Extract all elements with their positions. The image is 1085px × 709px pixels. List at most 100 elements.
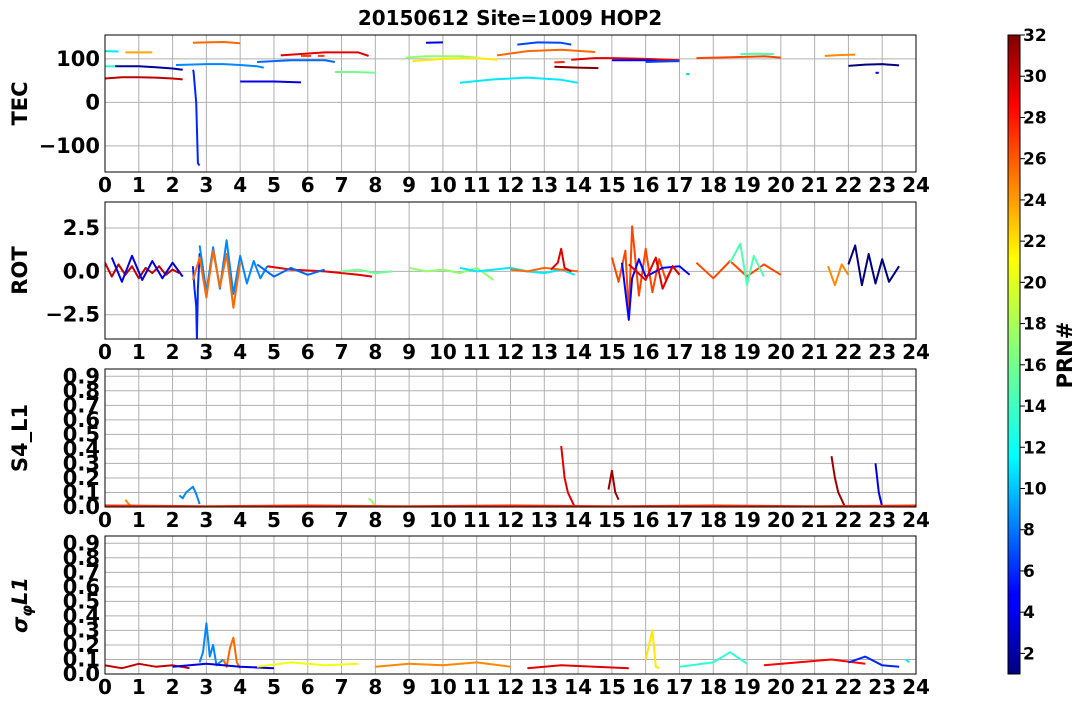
x-tick-label: 12 — [497, 173, 525, 197]
x-tick-label: 23 — [868, 340, 896, 364]
x-tick-label: 10 — [429, 340, 457, 364]
x-tick-label: 16 — [632, 340, 660, 364]
x-tick-label: 2 — [166, 340, 180, 364]
x-tick-label: 11 — [463, 508, 491, 532]
x-tick-label: 24 — [902, 173, 930, 197]
y-axis-label: S4_L1 — [8, 404, 32, 472]
x-tick-label: 15 — [598, 340, 626, 364]
colorbar-tick-label: 26 — [1023, 150, 1047, 170]
x-tick-label: 21 — [801, 340, 829, 364]
series-line-prn-16 — [334, 71, 376, 74]
colorbar-tick-label: 28 — [1023, 108, 1047, 128]
x-tick-label: 4 — [233, 508, 247, 532]
x-tick-label: 13 — [530, 675, 558, 699]
x-tick-label: 6 — [301, 675, 315, 699]
series-line-prn-27 — [105, 504, 916, 507]
x-tick-label: 5 — [267, 173, 281, 197]
series-line-prn-25 — [192, 41, 241, 45]
colorbar-tick-label: 30 — [1023, 67, 1047, 87]
y-tick-label: 0.9 — [63, 531, 100, 555]
x-tick-label: 8 — [368, 508, 382, 532]
x-tick-label: 20 — [767, 173, 795, 197]
x-tick-label: 5 — [267, 340, 281, 364]
figure-canvas: 20150612 Site=1009 HOP2 0 1 2 3 4 5 6 7 8 9 10 11 12… — [8, 6, 1077, 699]
x-tick-label: 9 — [402, 173, 416, 197]
x-tick-label: 18 — [699, 173, 727, 197]
x-tick-label: 1 — [132, 173, 146, 197]
x-tick-label: 5 — [267, 675, 281, 699]
panel-3: 0 1 2 3 4 5 6 7 8 9 10 11 12 13 14 15 16 17 18 19 20 21 22 23 24… — [8, 364, 930, 532]
y-axis-label: ROT — [8, 246, 32, 295]
x-tick-label: 17 — [666, 340, 694, 364]
y-tick-label: −100 — [39, 134, 100, 158]
series-line-prn-7 — [645, 60, 680, 63]
panel-2: 0 1 2 3 4 5 6 7 8 9 10 11 12 13 14 15 16 17 18 19 20 21 22 23 24… — [8, 201, 930, 364]
x-tick-label: 1 — [132, 340, 146, 364]
x-tick-label: 7 — [335, 508, 349, 532]
x-tick-label: 20 — [767, 675, 795, 699]
x-tick-label: 15 — [598, 508, 626, 532]
x-tick-label: 13 — [530, 173, 558, 197]
x-tick-label: 17 — [666, 508, 694, 532]
panel-4: 0 1 2 3 4 5 6 7 8 9 10 11 12 13 14 15 16 17 18 19 20 21 22 23 24… — [8, 531, 930, 699]
colorbar-tick-label: 4 — [1023, 603, 1035, 623]
x-tick-label: 13 — [530, 340, 558, 364]
x-tick-label: 1 — [132, 508, 146, 532]
x-tick-label: 14 — [564, 675, 592, 699]
x-tick-label: 14 — [564, 508, 592, 532]
x-tick-label: 16 — [632, 508, 660, 532]
x-tick-label: 4 — [233, 675, 247, 699]
y-tick-label: 0.9 — [63, 364, 100, 388]
x-tick-label: 24 — [902, 340, 930, 364]
x-tick-label: 22 — [834, 340, 862, 364]
x-tick-label: 15 — [598, 675, 626, 699]
x-tick-label: 0 — [98, 508, 112, 532]
x-tick-label: 20 — [767, 508, 795, 532]
colorbar-label: PRN# — [1053, 322, 1077, 389]
colorbar-tick-label: 8 — [1023, 521, 1035, 541]
x-tick-label: 2 — [166, 173, 180, 197]
panels: 0 1 2 3 4 5 6 7 8 9 10 11 12 13 14 15 16 17 18 19 20 21 22 23 24… — [8, 34, 930, 699]
x-tick-label: 21 — [801, 173, 829, 197]
x-tick-label: 21 — [801, 508, 829, 532]
y-tick-label: 2.5 — [63, 216, 100, 240]
colorbar-tick-label: 10 — [1023, 479, 1047, 499]
x-tick-label: 18 — [699, 675, 727, 699]
x-tick-label: 19 — [733, 340, 761, 364]
x-tick-label: 3 — [199, 173, 213, 197]
x-tick-label: 12 — [497, 508, 525, 532]
x-tick-label: 7 — [335, 675, 349, 699]
x-tick-label: 16 — [632, 675, 660, 699]
x-tick-label: 3 — [199, 675, 213, 699]
y-axis-label: σφL1 — [8, 577, 36, 633]
x-tick-label: 14 — [564, 340, 592, 364]
x-tick-label: 2 — [166, 675, 180, 699]
x-tick-label: 8 — [368, 340, 382, 364]
x-tick-label: 2 — [166, 508, 180, 532]
x-tick-label: 5 — [267, 508, 281, 532]
x-tick-label: 11 — [463, 340, 491, 364]
x-tick-label: 9 — [402, 675, 416, 699]
colorbar-tick-label: 16 — [1023, 356, 1047, 376]
x-tick-label: 6 — [301, 340, 315, 364]
colorbar-tick-label: 14 — [1023, 397, 1047, 417]
x-tick-label: 18 — [699, 340, 727, 364]
x-tick-label: 8 — [368, 675, 382, 699]
panel-1: 0 1 2 3 4 5 6 7 8 9 10 11 12 13 14 15 16 17 18 19 20 21 22 23 24… — [8, 34, 930, 197]
x-tick-label: 14 — [564, 173, 592, 197]
x-tick-label: 20 — [767, 340, 795, 364]
colorbar-gradient — [1007, 34, 1021, 675]
colorbar-tick-label: 12 — [1023, 438, 1047, 458]
colorbar-tick-label: 20 — [1023, 273, 1047, 293]
x-tick-label: 10 — [429, 508, 457, 532]
colorbar-tick-label: 2 — [1023, 644, 1035, 664]
x-tick-label: 22 — [834, 173, 862, 197]
series-line-prn-24 — [824, 53, 856, 57]
x-tick-label: 21 — [801, 675, 829, 699]
x-tick-label: 11 — [463, 173, 491, 197]
x-tick-label: 19 — [733, 675, 761, 699]
y-axis-label: TEC — [8, 81, 32, 125]
x-tick-label: 15 — [598, 173, 626, 197]
x-tick-label: 3 — [199, 340, 213, 364]
colorbar: 2468101214161820222426283032 PRN# — [1007, 26, 1077, 675]
